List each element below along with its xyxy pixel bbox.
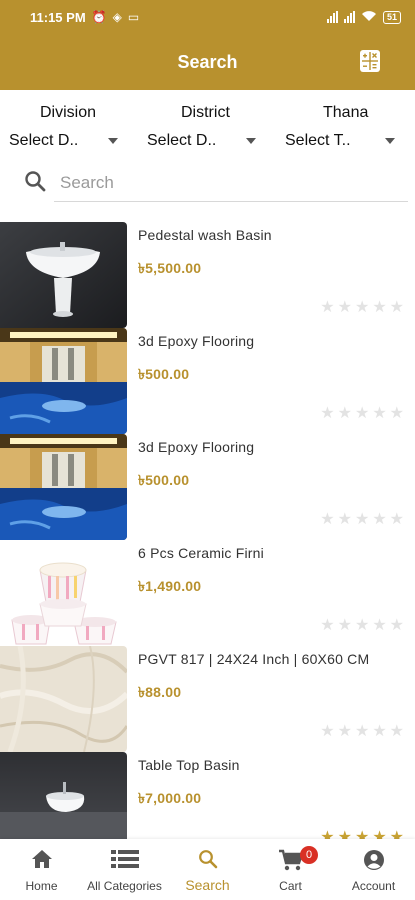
product-rating: ★ ★ ★ ★ ★ [320, 300, 404, 316]
product-image[interactable] [0, 540, 127, 646]
alarm-icon: ⏰ [91, 10, 107, 24]
search-icon[interactable] [198, 849, 218, 874]
nav-home[interactable]: Home [0, 839, 83, 900]
filter-button[interactable] [360, 50, 380, 72]
star-icon: ★ [337, 723, 352, 740]
star-icon: ★ [337, 299, 352, 316]
star-icon: ★ [320, 405, 335, 422]
star-icon: ★ [337, 511, 352, 528]
product-price: ৳1,490.00 [138, 578, 202, 594]
star-icon: ★ [354, 511, 370, 528]
account-icon[interactable] [363, 849, 385, 876]
thana-filter[interactable]: Thana Select T.. [276, 96, 415, 158]
nav-account[interactable]: Account [332, 839, 415, 900]
product-name[interactable]: 3d Epoxy Flooring [138, 439, 254, 455]
nav-account-label[interactable]: Account [332, 879, 415, 893]
product-item[interactable]: Pedestal wash Basin ৳5,500.00 ★ ★ ★ ★ ★ [0, 222, 415, 328]
nav-all-categories-label[interactable]: All Categories [83, 879, 166, 893]
star-icon: ★ [354, 617, 370, 634]
product-item[interactable]: PGVT 817 | 24X24 Inch | 60X60 CM ৳88.00 … [0, 646, 415, 752]
wifi-icon [361, 10, 377, 24]
product-image[interactable] [0, 328, 127, 434]
product-rating: ★ ★ ★ ★ ★ [320, 618, 404, 634]
star-icon: ★ [354, 405, 370, 422]
product-price: ৳5,500.00 [138, 260, 202, 276]
app-bar: Search [0, 34, 415, 90]
product-name[interactable]: 3d Epoxy Flooring [138, 333, 254, 349]
product-rating: ★ ★ ★ ★ ★ [320, 406, 404, 422]
star-icon: ★ [320, 511, 335, 528]
status-time: 11:15 PM [30, 9, 86, 25]
product-image[interactable] [0, 222, 127, 328]
star-icon: ★ [320, 617, 335, 634]
product-price: ৳88.00 [138, 684, 182, 700]
product-list: Pedestal wash Basin ৳5,500.00 ★ ★ ★ ★ ★ 3 [0, 222, 415, 858]
product-image[interactable] [0, 434, 127, 540]
thana-label: Thana [323, 104, 369, 121]
star-icon: ★ [320, 299, 335, 316]
list-icon[interactable] [110, 849, 139, 874]
product-name[interactable]: PGVT 817 | 24X24 Inch | 60X60 CM [138, 651, 369, 667]
chevron-down-icon[interactable] [246, 138, 256, 144]
search-bar [20, 162, 408, 204]
product-image[interactable] [0, 646, 127, 752]
nav-search[interactable]: Search [166, 839, 249, 900]
star-icon: ★ [354, 723, 370, 740]
nav-cart-label[interactable]: Cart [249, 879, 332, 893]
star-icon: ★ [389, 723, 404, 740]
nav-search-label[interactable]: Search [166, 877, 249, 893]
star-icon: ★ [372, 405, 387, 422]
star-icon: ★ [389, 511, 404, 528]
star-icon: ★ [337, 617, 352, 634]
division-label: Division [40, 104, 97, 121]
nav-cart[interactable]: 0 Cart [249, 839, 332, 900]
signal-icon [326, 11, 338, 23]
product-name[interactable]: Pedestal wash Basin [138, 227, 272, 243]
star-icon: ★ [389, 617, 404, 634]
app-notification-icon: ◈ [112, 10, 122, 24]
cart-count-badge: 0 [300, 846, 318, 864]
star-icon: ★ [372, 723, 387, 740]
star-icon: ★ [337, 405, 352, 422]
search-icon [24, 170, 46, 197]
star-icon: ★ [354, 299, 370, 316]
screen-record-icon: ▭ [127, 10, 140, 24]
chevron-down-icon[interactable] [385, 138, 395, 144]
star-icon: ★ [389, 405, 404, 422]
star-icon: ★ [372, 511, 387, 528]
page-title: Search [177, 51, 238, 72]
product-price: ৳7,000.00 [138, 790, 202, 806]
product-name[interactable]: 6 Pcs Ceramic Firni [138, 545, 264, 561]
bottom-navigation: Home All Categories Search 0 Cart Accoun… [0, 839, 415, 900]
district-filter[interactable]: District Select D.. [138, 96, 276, 158]
location-filters: Division Select D.. District Select D.. … [0, 96, 415, 158]
status-bar: 11:15 PM ⏰ ◈ ▭ 51 [0, 0, 415, 34]
calculator-filter-icon [362, 52, 378, 70]
product-item[interactable]: 6 Pcs Ceramic Firni ৳1,490.00 ★ ★ ★ ★ ★ [0, 540, 415, 646]
nav-all-categories[interactable]: All Categories [83, 839, 166, 900]
product-rating: ★ ★ ★ ★ ★ [320, 512, 404, 528]
search-input[interactable] [54, 164, 408, 202]
product-price: ৳500.00 [138, 472, 190, 488]
product-name[interactable]: Table Top Basin [138, 757, 240, 773]
division-filter[interactable]: Division Select D.. [0, 96, 138, 158]
star-icon: ★ [320, 723, 335, 740]
product-item[interactable]: 3d Epoxy Flooring ৳500.00 ★ ★ ★ ★ ★ [0, 434, 415, 540]
star-icon: ★ [389, 299, 404, 316]
district-select[interactable]: Select D.. [147, 132, 216, 150]
star-icon: ★ [372, 299, 387, 316]
battery-indicator: 51 [382, 10, 401, 24]
chevron-down-icon[interactable] [108, 138, 118, 144]
signal-icon [343, 11, 355, 23]
thana-select[interactable]: Select T.. [285, 132, 351, 150]
nav-home-label[interactable]: Home [0, 879, 83, 893]
district-label: District [181, 104, 230, 121]
division-select[interactable]: Select D.. [9, 132, 78, 150]
home-icon[interactable] [31, 849, 53, 874]
star-icon: ★ [372, 617, 387, 634]
product-rating: ★ ★ ★ ★ ★ [320, 724, 404, 740]
product-price: ৳500.00 [138, 366, 190, 382]
product-item[interactable]: 3d Epoxy Flooring ৳500.00 ★ ★ ★ ★ ★ [0, 328, 415, 434]
